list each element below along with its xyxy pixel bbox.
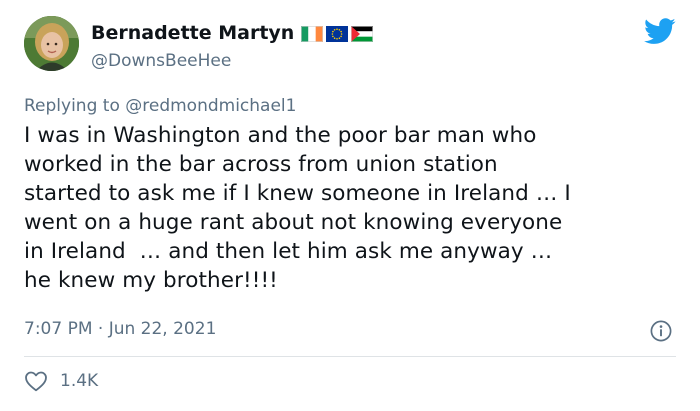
tweet-timestamp[interactable]: 7:07 PM · Jun 22, 2021 [24, 319, 216, 339]
replying-to-line: Replying to @redmondmichael1 [24, 96, 296, 116]
flag-emoji-group [301, 26, 373, 44]
replying-to-label: Replying to [24, 96, 126, 116]
avatar-image [24, 16, 79, 71]
author-name[interactable]: Bernadette Martyn [91, 22, 294, 44]
tweet-text: I was in Washington and the poor bar man… [24, 123, 571, 293]
author-handle[interactable]: @DownsBeeHee [91, 51, 231, 71]
palestine-flag-icon [351, 26, 373, 42]
avatar[interactable] [24, 16, 79, 71]
eu-flag-icon [326, 26, 348, 42]
like-button[interactable]: 1.4K [24, 370, 98, 392]
info-icon[interactable] [650, 320, 672, 342]
heart-icon [25, 371, 47, 392]
twitter-bird-icon[interactable] [644, 18, 676, 45]
like-count: 1.4K [60, 371, 99, 391]
ireland-flag-icon [301, 26, 323, 42]
reply-mention-link[interactable]: @redmondmichael1 [125, 96, 296, 116]
tweet-card: Bernadette Martyn @DownsBeeHee Replying … [0, 0, 700, 411]
divider [24, 356, 676, 357]
